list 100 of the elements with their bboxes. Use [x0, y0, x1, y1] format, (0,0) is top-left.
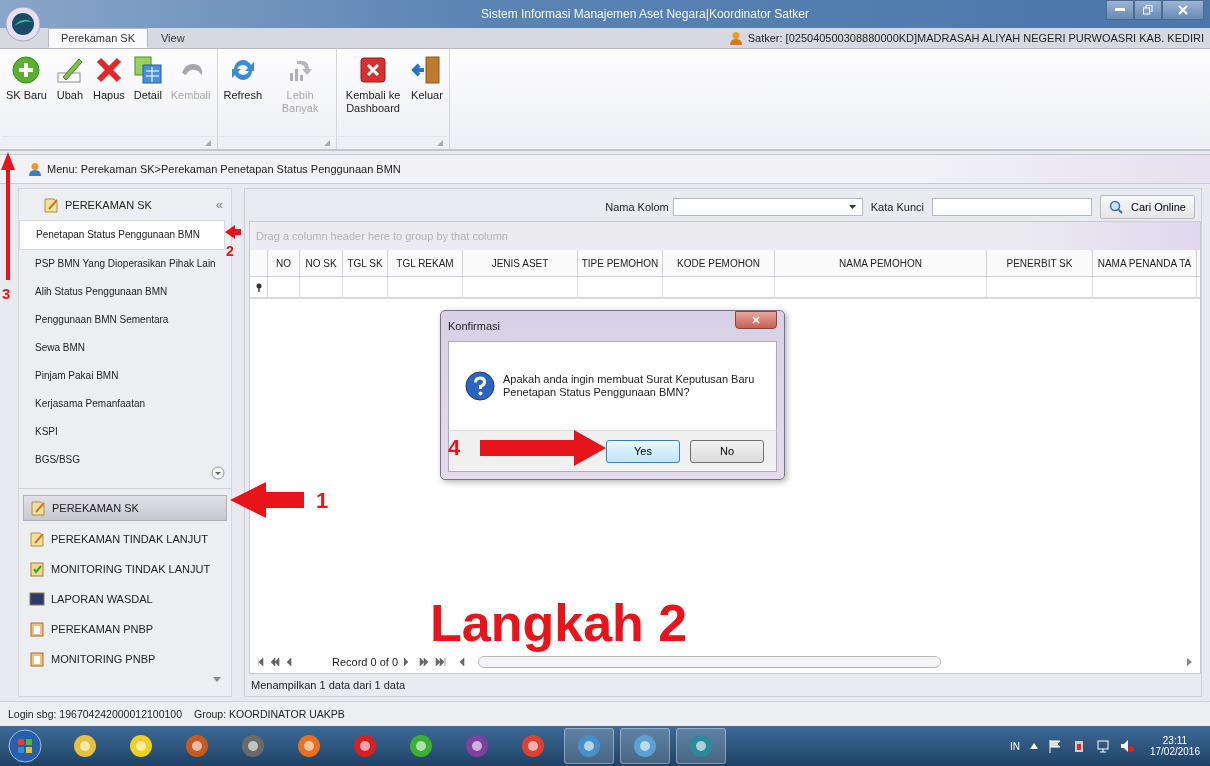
sidebar-item[interactable]: Penggunaan BMN Sementara	[19, 306, 231, 334]
document-pencil-icon	[43, 196, 59, 213]
sidebar-item[interactable]: Penetapan Status Penggunaan BMN	[19, 220, 225, 250]
navigation-group-button[interactable]: PEREKAMAN SK	[23, 495, 227, 521]
dialog-title: Konfirmasi	[448, 320, 500, 332]
keyword-field[interactable]	[931, 198, 1092, 216]
restore-button[interactable]	[1134, 0, 1162, 20]
clock-date[interactable]: 17/02/2016	[1149, 746, 1200, 757]
satker-label: Satker: [025040500308880000KD]MADRASAH ALIYAH NEGERI PURWOASRI KAB. KEDIRI	[747, 32, 1204, 44]
login-status: Login sbg: 196704242000012100100	[8, 708, 182, 720]
sidebar-item[interactable]: Sewa BMN	[19, 334, 231, 362]
group-status: Group: KOORDINATOR UAKPB	[194, 708, 345, 720]
clipboard-icon	[29, 621, 45, 637]
search-online-button[interactable]: Cari Online	[1099, 195, 1195, 219]
sidebar-item[interactable]: KSPI	[19, 418, 231, 446]
app-icon[interactable]	[576, 733, 602, 759]
ribbon-button[interactable]: Refresh	[219, 53, 267, 104]
annotation-arrow	[225, 225, 241, 239]
search-icon	[1108, 200, 1123, 214]
door-icon	[411, 55, 442, 85]
network-icon[interactable]	[1095, 739, 1110, 753]
ribbon-button[interactable]: Kembali ke Dashboard	[339, 53, 408, 117]
step-number: 3	[2, 286, 11, 301]
column-header[interactable]: NO SK	[300, 250, 343, 276]
app-icon[interactable]	[520, 733, 546, 759]
dialog-message: Apakah anda ingin membuat Surat Keputusan Baru Penetapan Status Penggunaan BMN?	[503, 373, 755, 399]
app-icon[interactable]	[72, 733, 98, 759]
scroll-down-icon[interactable]	[211, 466, 225, 480]
ribbon-button[interactable]: Detail	[128, 53, 167, 104]
app-icon[interactable]	[128, 733, 154, 759]
sidebar-item[interactable]: BGS/BSG	[19, 446, 231, 474]
column-header[interactable]: JENIS ASET	[463, 250, 578, 276]
column-header[interactable]: PENERBIT SK	[987, 250, 1093, 276]
column-header[interactable]: TIPE PEMOHON	[578, 250, 663, 276]
ribbon-button[interactable]: Hapus	[88, 53, 129, 104]
table-icon	[132, 55, 163, 85]
column-name-label: Nama Kolom	[605, 201, 669, 213]
step-number: 1	[316, 490, 329, 512]
sidebar-item[interactable]: Alih Status Penggunaan BMN	[19, 278, 231, 306]
document-pencil-icon	[29, 531, 45, 547]
collapse-button[interactable]: «	[215, 197, 223, 212]
flag-icon[interactable]	[1047, 739, 1062, 753]
user-icon	[28, 162, 42, 176]
ribbon-button[interactable]: Ubah	[50, 53, 89, 104]
navigation-group-button[interactable]: PEREKAMAN TINDAK LANJUT	[23, 527, 227, 551]
step-number: 2	[226, 244, 234, 258]
sidebar-header: PEREKAMAN SK	[65, 198, 153, 211]
app-icon[interactable]	[632, 733, 658, 759]
dialog-button[interactable]: Yes	[606, 439, 680, 463]
show-hidden-icons-icon[interactable]	[1029, 743, 1038, 749]
column-header[interactable]: NAMA PEMOHON	[775, 250, 987, 276]
navigation-group-button[interactable]: MONITORING TINDAK LANJUT	[23, 557, 227, 581]
language-indicator[interactable]: IN	[1009, 740, 1020, 752]
restore-icon	[1143, 5, 1153, 15]
filter-pin-icon	[255, 282, 262, 292]
column-header[interactable]: NO	[268, 250, 300, 276]
navigation-group-button[interactable]: LAPORAN WASDAL	[23, 587, 227, 611]
document-pencil-icon	[30, 500, 46, 516]
column-header[interactable]: TGL SK	[343, 250, 388, 276]
column-header[interactable]: NAMA PENANDA TA	[1093, 250, 1197, 276]
dialog-button[interactable]: No	[690, 439, 764, 463]
close-button[interactable]	[735, 311, 777, 329]
question-icon	[465, 371, 495, 401]
app-icon[interactable]	[296, 733, 322, 759]
navigation-group-button[interactable]: PEREKAMAN PNBP	[23, 617, 227, 641]
column-header[interactable]: TGL REKAM	[388, 250, 463, 276]
app-icon[interactable]	[464, 733, 490, 759]
sidebar-item[interactable]: Kerjasama Pemanfaatan	[19, 390, 231, 418]
ribbon-tab[interactable]: View	[148, 28, 198, 48]
dropdown-arrow-icon	[848, 205, 856, 209]
ribbon-tab[interactable]: Perekaman SK	[48, 28, 148, 48]
speaker-muted-icon[interactable]	[1119, 739, 1134, 753]
grid-footer-text: Menampilkan 1 data dari 1 data	[250, 678, 407, 693]
step-number: 4	[448, 437, 461, 459]
sidebar-item[interactable]: Pinjam Pakai BMN	[19, 362, 231, 390]
app-icon[interactable]	[240, 733, 266, 759]
record-counter: Record 0 of 0	[332, 656, 399, 668]
close-box-icon	[358, 55, 389, 85]
window-title: Sistem Informasi Manajemen Aset Negara|Koordinator Satker	[481, 7, 809, 21]
column-header[interactable]: KODE PEMOHON	[663, 250, 775, 276]
start-button-icon[interactable]	[8, 729, 42, 763]
app-icon[interactable]	[184, 733, 210, 759]
ribbon-button[interactable]: SK Baru	[2, 53, 51, 104]
dropdown-arrow-icon[interactable]	[213, 677, 221, 682]
minimize-icon	[1115, 8, 1125, 12]
close-icon	[752, 316, 760, 324]
app-icon[interactable]	[352, 733, 378, 759]
close-button[interactable]	[1162, 0, 1204, 20]
minimize-button[interactable]	[1106, 0, 1134, 20]
app-icon[interactable]	[688, 733, 714, 759]
step-caption: Langkah 2	[430, 596, 688, 650]
keyword-label: Kata Kunci	[870, 201, 924, 213]
ribbon-button[interactable]: Keluar	[407, 53, 447, 104]
plus-icon	[11, 55, 42, 85]
clock-time[interactable]: 23:11	[1162, 735, 1188, 746]
app-icon[interactable]	[408, 733, 434, 759]
group-by-hint: Drag a column header here to group by that column	[256, 230, 508, 242]
horizontal-scrollbar[interactable]	[478, 656, 941, 668]
scroll-right-icon[interactable]	[1187, 658, 1192, 666]
navigation-group-button[interactable]: MONITORING PNBP	[23, 647, 227, 671]
